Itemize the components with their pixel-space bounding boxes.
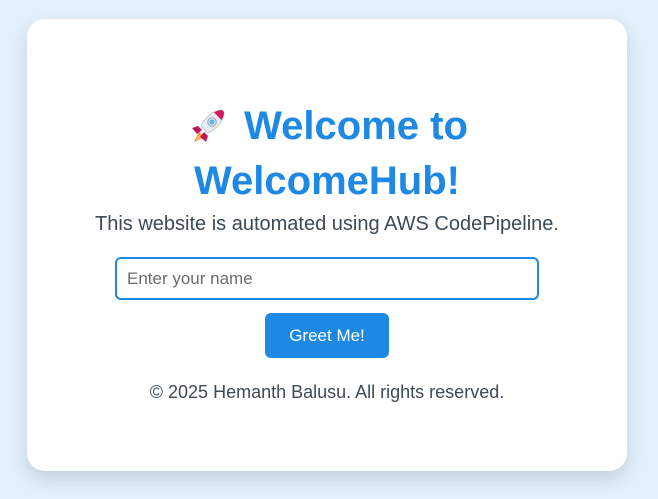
- title-line-1: Welcome to: [186, 103, 468, 149]
- rocket-icon: [186, 104, 230, 148]
- name-input[interactable]: [115, 257, 539, 300]
- subtitle-text: This website is automated using AWS Code…: [95, 213, 559, 235]
- welcome-card: Welcome to WelcomeHub! This website is a…: [27, 19, 627, 471]
- title-text-line-2: WelcomeHub!: [194, 159, 460, 203]
- title-text-line-1: Welcome to: [244, 104, 468, 148]
- footer-copyright: © 2025 Hemanth Balusu. All rights reserv…: [149, 382, 505, 402]
- page-title: Welcome to WelcomeHub!: [27, 103, 627, 204]
- greet-button[interactable]: Greet Me!: [265, 313, 389, 358]
